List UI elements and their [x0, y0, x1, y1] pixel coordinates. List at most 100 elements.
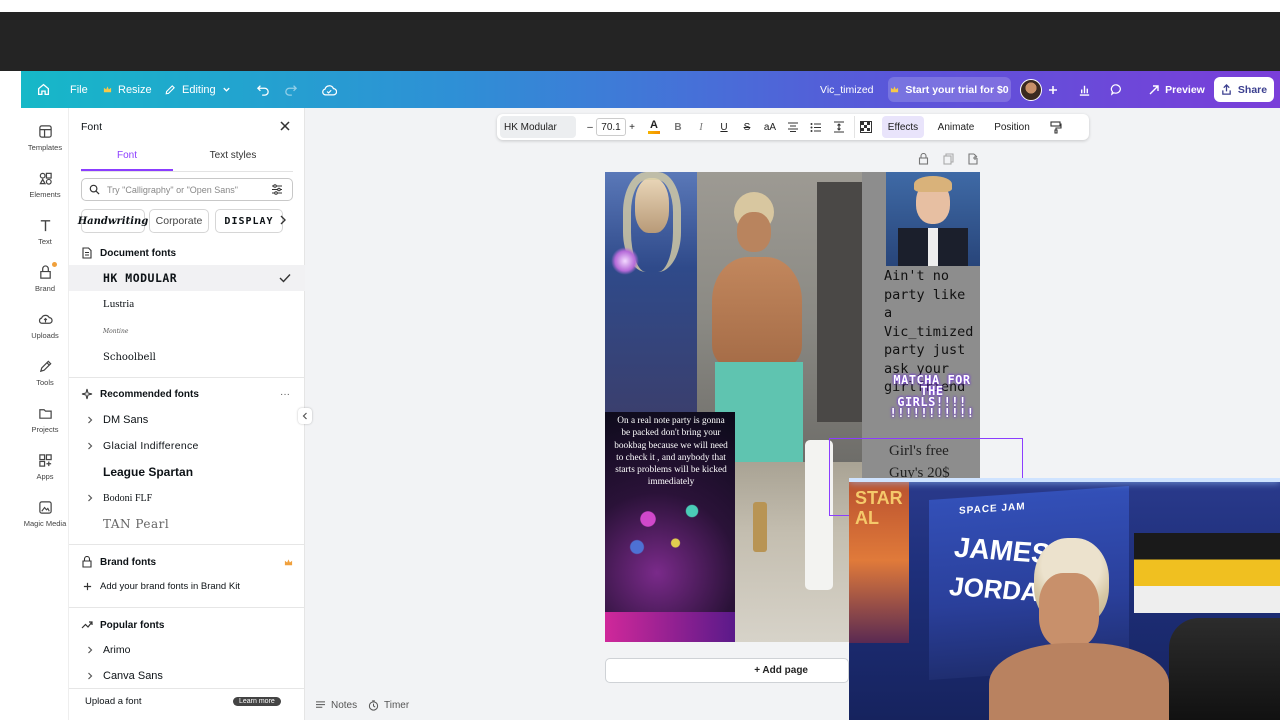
font-item-arimo[interactable]: Arimo — [69, 637, 305, 663]
chevron-right-icon[interactable] — [87, 672, 93, 680]
chevron-right-icon[interactable] — [87, 416, 93, 424]
timer-icon — [368, 700, 379, 711]
resize-button[interactable]: Resize — [103, 71, 152, 108]
home-button[interactable] — [37, 71, 50, 108]
rail-uploads-label: Uploads — [31, 331, 59, 340]
comments-button[interactable] — [1110, 71, 1123, 108]
decrease-font-size-button[interactable]: – — [584, 116, 596, 138]
font-item-dm-sans[interactable]: DM Sans — [69, 407, 305, 433]
font-item-montine[interactable]: Montine — [69, 318, 305, 344]
font-item-hk-modular[interactable]: HK MODULAR — [69, 265, 305, 291]
animate-button[interactable]: Animate — [934, 116, 978, 138]
rail-templates[interactable]: Templates — [21, 116, 69, 160]
font-panel: Font Font Text styles Try "Calligraphy" … — [69, 108, 305, 720]
comment-icon — [1110, 84, 1121, 96]
rail-text-label: Text — [38, 237, 52, 246]
search-icon — [89, 184, 100, 195]
filter-icon[interactable] — [271, 184, 283, 195]
font-item-bodoni-flf[interactable]: Bodoni FLF — [69, 485, 305, 511]
close-panel-button[interactable] — [279, 120, 291, 132]
effects-button[interactable]: Effects — [882, 116, 924, 138]
align-center-button[interactable] — [785, 116, 801, 138]
cloud-save-button[interactable] — [321, 71, 337, 108]
learn-more-badge[interactable]: Learn more — [233, 697, 281, 706]
collapse-panel-button[interactable] — [298, 408, 312, 424]
font-item-tan-pearl[interactable]: TAN Pearl — [69, 511, 305, 537]
brand-icon — [39, 265, 51, 279]
rail-templates-label: Templates — [27, 143, 63, 152]
font-item-glacial-indifference[interactable]: Glacial Indifference — [69, 433, 305, 459]
user-avatar[interactable] — [1020, 71, 1042, 108]
add-brand-fonts-link[interactable]: Add your brand fonts in Brand Kit — [69, 573, 305, 599]
font-family-dropdown[interactable]: HK Modular — [500, 116, 576, 138]
undo-button[interactable] — [256, 71, 270, 108]
rail-tools[interactable]: Tools — [21, 351, 69, 395]
rail-text[interactable]: Text — [21, 210, 69, 254]
rail-brand[interactable]: Brand — [21, 257, 69, 301]
font-size-input[interactable]: 70.1 — [596, 118, 626, 136]
rail-magic-media[interactable]: Magic Media — [21, 492, 69, 536]
rail-elements[interactable]: Elements — [21, 163, 69, 207]
rail-uploads[interactable]: Uploads — [21, 304, 69, 348]
invite-button[interactable] — [1048, 71, 1058, 108]
font-item-lustria[interactable]: Lustria — [69, 291, 305, 317]
duplicate-page-icon[interactable] — [943, 153, 954, 165]
share-icon — [1222, 84, 1231, 95]
preview-button[interactable]: Preview — [1137, 77, 1217, 102]
chevron-right-icon[interactable] — [87, 494, 93, 502]
chip-display[interactable]: DISPLAY — [215, 209, 283, 233]
document-fonts-heading: Document fonts — [100, 247, 177, 259]
redo-button[interactable] — [284, 71, 298, 108]
font-item-schoolbell[interactable]: Schoolbell — [69, 344, 305, 370]
brand-kit-icon — [82, 556, 92, 568]
font-item-league-spartan[interactable]: League Spartan — [69, 459, 305, 485]
rail-projects[interactable]: Projects — [21, 398, 69, 442]
italic-button[interactable]: I — [693, 116, 709, 138]
editing-mode-button[interactable]: Editing — [164, 71, 231, 108]
font-search-input[interactable]: Try "Calligraphy" or "Open Sans" — [81, 178, 293, 201]
underline-button[interactable]: U — [716, 116, 732, 138]
font-item-label: HK MODULAR — [103, 271, 178, 285]
divider — [69, 544, 305, 545]
add-page-button[interactable]: + Add page — [605, 658, 849, 683]
lock-icon[interactable] — [918, 153, 929, 165]
font-item-canva-sans[interactable]: Canva Sans — [69, 663, 305, 689]
elements-icon — [38, 172, 52, 185]
letter-case-button[interactable]: aA — [762, 116, 778, 138]
position-button[interactable]: Position — [992, 116, 1032, 138]
chevron-right-icon[interactable] — [87, 646, 93, 654]
spacing-button[interactable] — [831, 116, 847, 138]
file-menu-button[interactable]: File — [70, 71, 88, 108]
chevron-right-icon[interactable] — [87, 442, 93, 450]
rail-brand-label: Brand — [34, 284, 55, 293]
torso — [712, 257, 802, 367]
notes-button[interactable]: Notes — [315, 700, 357, 711]
increase-font-size-button[interactable]: + — [626, 116, 638, 138]
timer-button[interactable]: Timer — [368, 700, 409, 711]
matcha-text[interactable]: MATCHA FOR THE GIRLS!!!! !!!!!!!!!!! — [886, 374, 978, 419]
plus-icon — [1049, 85, 1057, 94]
chip-corporate[interactable]: Corporate — [149, 209, 209, 233]
tab-text-styles[interactable]: Text styles — [187, 150, 279, 161]
add-page-icon[interactable] — [968, 153, 979, 165]
tabs-divider — [81, 171, 293, 172]
text-color-button[interactable]: A — [646, 116, 662, 138]
crown-icon — [284, 558, 293, 565]
share-button[interactable]: Share — [1214, 77, 1274, 102]
insights-button[interactable] — [1078, 71, 1091, 108]
upload-font-row[interactable]: Upload a font Learn more — [69, 688, 305, 714]
transparency-button[interactable] — [854, 116, 876, 138]
strikethrough-button[interactable]: S — [739, 116, 755, 138]
note-text[interactable]: On a real note party is gonna be packed … — [613, 415, 729, 489]
bold-button[interactable]: B — [670, 116, 686, 138]
design-title[interactable]: Vic_timized — [820, 71, 874, 108]
chip-handwriting[interactable]: Handwriting — [78, 209, 148, 233]
list-button[interactable] — [808, 116, 824, 138]
copy-style-button[interactable] — [1048, 116, 1064, 138]
more-options-icon[interactable]: ··· — [280, 389, 290, 400]
start-trial-button[interactable]: Start your trial for $0 — [888, 77, 1011, 102]
tab-font[interactable]: Font — [81, 150, 173, 161]
rail-apps[interactable]: Apps — [21, 445, 69, 489]
font-item-label: Canva Sans — [103, 670, 163, 682]
chips-next-button[interactable] — [279, 215, 287, 225]
